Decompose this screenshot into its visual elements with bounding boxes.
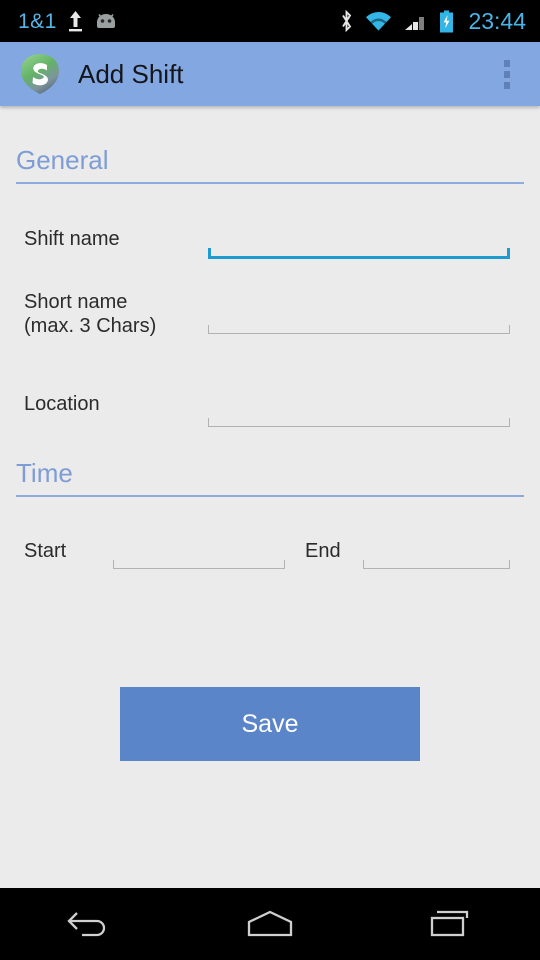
- android-mascot-icon: [96, 13, 115, 28]
- bluetooth-icon: [342, 9, 352, 33]
- overflow-menu-icon[interactable]: [490, 51, 524, 97]
- home-icon: [247, 910, 293, 937]
- page-title: Add Shift: [78, 58, 184, 89]
- overflow-dot: [504, 70, 510, 78]
- recent-apps-icon: [430, 910, 469, 937]
- input-start-time[interactable]: [113, 560, 285, 569]
- status-bar-right: 23:44: [339, 9, 526, 33]
- cellular-signal-icon: [405, 16, 425, 30]
- action-bar: Add Shift: [0, 42, 540, 106]
- wifi-icon: [366, 11, 392, 30]
- status-bar-left: 1&1: [18, 10, 339, 32]
- overflow-dot: [504, 59, 510, 67]
- label-shift-name: Shift name: [24, 228, 120, 250]
- label-short-name-line1: Short name: [24, 291, 128, 313]
- carrier-label: 1&1: [18, 9, 57, 33]
- app-shield-s-logo-icon: [21, 54, 59, 94]
- android-navigation-bar: [0, 888, 540, 960]
- save-button[interactable]: Save: [120, 687, 420, 761]
- battery-charging-icon: [440, 10, 454, 32]
- home-button[interactable]: [215, 888, 325, 960]
- label-start-time: Start: [24, 540, 67, 562]
- form-content: General Shift name Short name (max. 3 Ch…: [0, 106, 540, 888]
- clock-label: 23:44: [468, 7, 526, 34]
- status-bar: 1&1 23:44: [0, 0, 540, 42]
- label-short-name-line2: (max. 3 Chars): [24, 315, 157, 337]
- label-end-time: End: [305, 540, 341, 562]
- phone-screen: 1&1 23:44 Add Shift General Shift name S…: [0, 0, 540, 960]
- back-button[interactable]: [35, 888, 145, 960]
- overflow-dot: [504, 81, 510, 89]
- recent-apps-button[interactable]: [395, 888, 505, 960]
- section-header-general: General: [16, 145, 524, 184]
- upload-arrow-icon: [68, 11, 82, 32]
- input-shift-name[interactable]: [208, 248, 510, 259]
- input-short-name[interactable]: [208, 325, 510, 334]
- section-header-time: Time: [16, 458, 524, 497]
- input-location[interactable]: [208, 418, 510, 427]
- label-location: Location: [24, 393, 100, 415]
- input-end-time[interactable]: [363, 560, 510, 569]
- back-arrow-icon: [67, 912, 106, 937]
